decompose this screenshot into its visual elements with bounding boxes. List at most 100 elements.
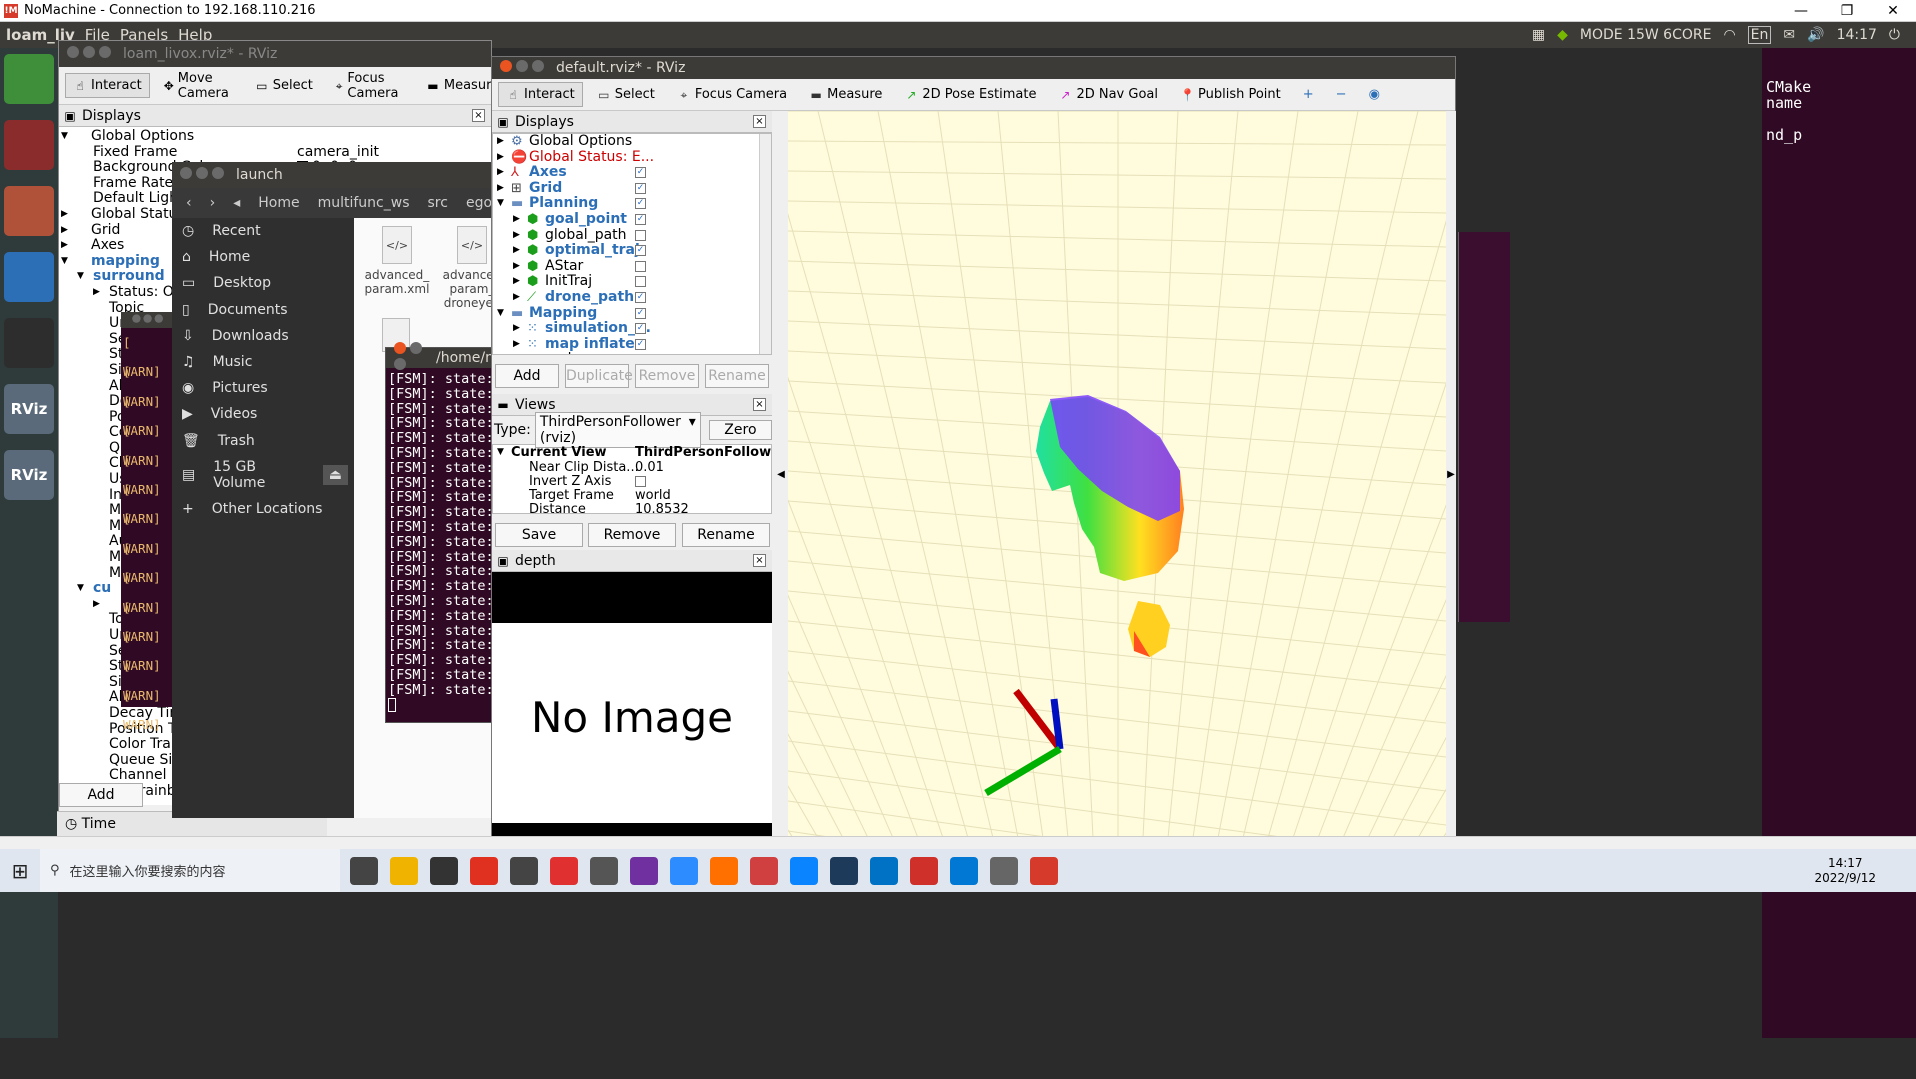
expand-arrow-icon[interactable]: ▶ [93, 285, 100, 301]
expand-arrow-icon[interactable]: ▶ [61, 238, 68, 254]
view-property-row[interactable]: Target Frame world [493, 488, 771, 503]
tool-2d-pose-estimate-button[interactable]: ↗ 2D Pose Estimate [896, 82, 1044, 107]
display-enable-checkbox[interactable] [635, 276, 646, 288]
expand-arrow-icon[interactable]: ▶ [497, 134, 504, 150]
panel-close-icon[interactable]: × [753, 554, 766, 567]
expand-arrow-icon[interactable]: ▶ [513, 337, 520, 353]
store-icon[interactable] [430, 856, 458, 885]
expand-arrow-icon[interactable]: ▼ [497, 196, 504, 212]
expand-arrow-icon[interactable]: ▼ [77, 269, 84, 285]
display-global-path[interactable]: ▶ ⬢ global_path [493, 227, 771, 244]
display-map-inflate[interactable]: ▶ ⁙ map inflate ✓ [493, 336, 771, 353]
display-simulation-[interactable]: ▶ ⁙ simulation_... ✓ [493, 321, 771, 337]
place-downloads[interactable]: ⇩ Downloads [172, 323, 354, 349]
expand-arrow-icon[interactable]: ▶ [497, 150, 504, 166]
panel-close-icon[interactable]: × [753, 115, 766, 128]
display-goal-point[interactable]: ▶ ⬢ goal_point ✓ [493, 211, 771, 228]
edge-icon[interactable] [790, 856, 818, 885]
camera-type-icon[interactable]: ◉ [1361, 82, 1388, 107]
display-enable-checkbox[interactable]: ✓ [635, 307, 646, 319]
display-enable-checkbox[interactable] [635, 354, 646, 355]
mail-icon[interactable] [510, 856, 538, 885]
display-real-map[interactable]: ▶ ⁙ real_map [493, 352, 771, 355]
volume-icon[interactable]: 🔊 [1807, 27, 1824, 43]
display-planning[interactable]: ▼ ▬ Planning ✓ [493, 196, 771, 212]
rviz-icon[interactable]: RViz [4, 384, 54, 434]
view-property-row[interactable]: Distance 10.8532 [493, 502, 771, 513]
expand-arrow-icon[interactable]: ▶ [61, 223, 68, 239]
outlook-icon[interactable] [870, 856, 898, 885]
files-icon[interactable] [4, 120, 54, 170]
display-optimal-traj[interactable]: ▶ ⬢ optimal_traj ✓ [493, 243, 771, 259]
place-documents[interactable]: ▯ Documents [172, 297, 354, 323]
close-button[interactable]: ✕ [1870, 0, 1916, 22]
rename-button[interactable]: Rename [705, 364, 769, 388]
collapse-left-icon[interactable]: ◀ [774, 111, 788, 838]
minimize-window-icon[interactable] [516, 60, 528, 72]
tool-publish-point-button[interactable]: 📍 Publish Point [1172, 82, 1289, 107]
remove-view-button[interactable]: Remove [588, 523, 676, 547]
rviz1-tree-row[interactable]: Fixed Frame camera_init [59, 144, 491, 161]
expand-arrow-icon[interactable]: ▶ [497, 181, 504, 197]
taskbar-clock[interactable]: 14:17 2022/9/12 [1814, 856, 1876, 886]
horizontal-scrollbar[interactable] [0, 836, 1916, 849]
view-type-select[interactable]: ThirdPersonFollower (rviz) ▾ [534, 412, 701, 448]
expand-arrow-icon[interactable]: ▶ [513, 243, 520, 259]
remote-desktop-icon[interactable] [990, 856, 1018, 885]
tool-select-button[interactable]: ▭ Select [589, 82, 663, 107]
camera-icon[interactable] [590, 856, 618, 885]
settings-icon[interactable] [4, 186, 54, 236]
file-item[interactable]: </> advanced_ param.xml [362, 226, 432, 296]
display-enable-checkbox[interactable]: ✓ [635, 198, 646, 210]
search-box[interactable]: ⚲ 在这里输入你要搜索的内容 [40, 849, 340, 892]
place-other-locations[interactable]: + Other Locations [172, 496, 354, 522]
fm-close-icon[interactable] [180, 167, 192, 179]
maximize-window-icon[interactable] [532, 60, 544, 72]
display-enable-checkbox[interactable]: ✓ [635, 167, 646, 179]
display-drone-path[interactable]: ▶ ⟋ drone_path ✓ [493, 289, 771, 306]
view-property-row[interactable]: Near Clip Dista... 0.01 [493, 460, 771, 475]
collapse-right-icon[interactable]: ▶ [1446, 111, 1456, 838]
display-enable-checkbox[interactable]: ✓ [635, 182, 646, 194]
task-view-icon[interactable] [350, 856, 378, 885]
close-window-icon[interactable] [67, 46, 79, 58]
place-recent[interactable]: ◷ Recent [172, 218, 354, 244]
place-music[interactable]: ♫ Music [172, 349, 354, 375]
software-updater-icon[interactable] [4, 54, 54, 104]
wps-icon[interactable] [910, 856, 938, 885]
breadcrumb-item[interactable]: src [428, 195, 448, 211]
zero-button[interactable]: Zero [708, 420, 772, 440]
term-close-icon[interactable] [394, 342, 406, 354]
place-home[interactable]: ⌂ Home [172, 244, 354, 270]
place-trash[interactable]: 🗑 Trash [172, 428, 354, 454]
tool-select-button[interactable]: ▭ Select [247, 73, 321, 98]
expand-arrow-icon[interactable]: ▶ [513, 321, 520, 337]
expand-arrow-icon[interactable]: ▶ [513, 228, 520, 244]
tool-focus-camera-button[interactable]: ⌖ Focus Camera [669, 82, 795, 107]
display-enable-checkbox[interactable]: ✓ [635, 323, 646, 335]
tool-2d-nav-goal-button[interactable]: ↗ 2D Nav Goal [1050, 82, 1166, 107]
terminal-icon[interactable] [4, 318, 54, 368]
place-videos[interactable]: ▶ Videos [172, 401, 354, 427]
eject-icon[interactable]: ⏏ [322, 464, 348, 485]
tool-move-camera-button[interactable]: ✥ Move Camera [156, 66, 241, 106]
display-enable-checkbox[interactable]: ✓ [635, 291, 646, 303]
duplicate-button[interactable]: Duplicate [565, 364, 633, 388]
powershell-icon[interactable] [830, 856, 858, 885]
minimize-button[interactable]: — [1778, 0, 1824, 22]
power-icon[interactable]: ⏻ [1889, 27, 1900, 43]
nvidia-icon[interactable]: ◆ [1557, 27, 1568, 43]
display-global-status-e-[interactable]: ▶ ⛔ Global Status: E... [493, 149, 771, 166]
save-view-button[interactable]: Save [495, 523, 583, 547]
display-enable-checkbox[interactable] [635, 229, 646, 241]
breadcrumb-item[interactable]: Home [258, 195, 299, 211]
expand-arrow-icon[interactable]: ▶ [513, 290, 520, 306]
display-enable-checkbox[interactable] [635, 260, 646, 272]
rviz1-add-button[interactable]: Add [59, 783, 143, 807]
zoom-icon[interactable] [670, 856, 698, 885]
display-grid[interactable]: ▶ ⊞ Grid ✓ [493, 180, 771, 197]
windows-start-icon[interactable]: ⊞ [0, 859, 40, 883]
expand-arrow-icon[interactable]: ▶ [513, 274, 520, 290]
expand-arrow-icon[interactable]: ▶ [513, 212, 520, 228]
current-view-row[interactable]: ▼ Current View ThirdPersonFollow... [493, 445, 771, 461]
